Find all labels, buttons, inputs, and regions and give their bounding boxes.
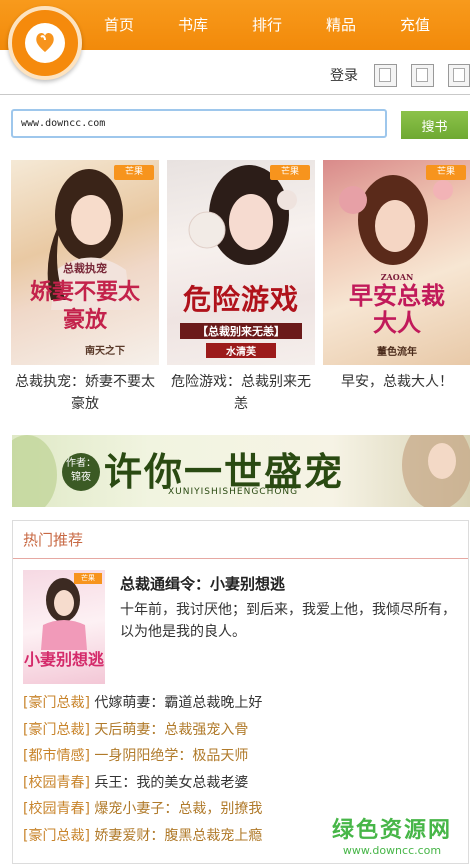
section-heading: 热门推荐 [13,521,468,559]
book-card[interactable]: 芒果 ZAOAN 早安总裁大人 董色流年 早安，总裁大人！ [323,160,470,393]
list-title[interactable]: 爆宠小妻子：总裁，别撩我 [94,801,262,817]
broken-image-icon[interactable] [448,63,470,87]
book-title[interactable]: 危险游戏：总裁别来无恙 [167,371,315,415]
list-title[interactable]: 一身阴阳绝学：极品天师 [94,748,248,764]
promo-banner[interactable]: 作者： 锦夜 许你一世盛宠 XUNIYISHISHENGCHONG [12,435,470,507]
banner-pinyin: XUNIYISHISHENGCHONG [168,487,299,497]
list-item[interactable]: [校园青春] 爆宠小妻子：总裁，别撩我 [23,796,262,823]
list-title[interactable]: 兵王：我的美女总裁老婆 [94,775,248,791]
publisher-badge: 芒果 [426,165,466,180]
login-row: 登录 [330,62,470,88]
nav-library[interactable]: 书库 [156,0,230,50]
hot-list: [豪门总裁] 代嫁萌妻：霸道总裁晚上好 [豪门总裁] 天后萌妻：总裁强宠入骨 [… [23,690,262,850]
book-cover[interactable]: 芒果 危险游戏 【总裁别来无恙】 水清芙 [167,160,315,365]
book-cover[interactable]: 芒果 总裁执宠 娇妻不要太豪放 南天之下 [11,160,159,365]
featured-description: 十年前，我讨厌他；到后来，我爱上他，我倾尽所有，以为他是我的良人。 [120,602,456,640]
nav-ranking[interactable]: 排行 [230,0,304,50]
cover-subtitle: 总裁执宠 [63,262,107,275]
list-item[interactable]: [校园青春] 兵王：我的美女总裁老婆 [23,770,262,797]
featured-cover[interactable]: 芒果 小妻别想逃 [23,570,105,684]
cover-title: 早安总裁大人 [349,281,445,337]
list-category[interactable]: [豪门总裁] [23,828,90,844]
watermark-url: www.downcc.com [342,844,442,857]
heart-icon [36,33,54,52]
cover-title: 危险游戏 [182,283,299,316]
list-category[interactable]: [豪门总裁] [23,695,90,711]
broken-image-icon[interactable] [411,63,434,87]
cover-subtitle: 【总裁别来无恙】 [180,323,302,339]
list-item[interactable]: [豪门总裁] 娇妻爱财：腹黑总裁宠上瘾 [23,823,262,850]
list-category[interactable]: [都市情感] [23,748,90,764]
list-title[interactable]: 代嫁萌妻：霸道总裁晚上好 [94,695,262,711]
nav-recharge[interactable]: 充值 [378,0,452,50]
login-link[interactable]: 登录 [330,65,358,85]
list-item[interactable]: [豪门总裁] 天后萌妻：总裁强宠入骨 [23,717,262,744]
cover-author: 董色流年 [377,347,417,358]
broken-image-icon[interactable] [374,63,397,87]
book-card[interactable]: 芒果 总裁执宠 娇妻不要太豪放 南天之下 总裁执宠：娇妻不要太豪放 [11,160,159,415]
featured-cover-title: 小妻别想逃 [23,650,104,669]
banner-author-name: 锦夜 [71,472,91,483]
banner-author-label: 作者： [66,458,96,469]
site-logo[interactable] [8,6,82,80]
book-title[interactable]: 总裁执宠：娇妻不要太豪放 [11,371,159,415]
featured-book[interactable]: 芒果 小妻别想逃 总裁通缉令：小妻别想逃 十年前，我讨厌他；到后来，我爱上他，我… [23,570,460,690]
cover-author: 水清芙 [206,343,276,358]
book-card[interactable]: 芒果 危险游戏 【总裁别来无恙】 水清芙 危险游戏：总裁别来无恙 [167,160,315,415]
header-divider [0,94,470,95]
list-category[interactable]: [校园青春] [23,801,90,817]
banner-author-badge: 作者： 锦夜 [62,453,100,491]
list-category[interactable]: [校园青春] [23,775,90,791]
book-cover[interactable]: 芒果 ZAOAN 早安总裁大人 董色流年 [323,160,470,365]
list-category[interactable]: [豪门总裁] [23,722,90,738]
nav-home[interactable]: 首页 [82,0,156,50]
site-watermark: 绿色资源网 www.downcc.com [332,812,452,857]
search-button[interactable]: 搜书 [401,111,468,139]
book-title[interactable]: 早安，总裁大人！ [323,371,470,393]
list-item[interactable]: [都市情感] 一身阴阳绝学：极品天师 [23,743,262,770]
main-nav: 首页 书库 排行 精品 充值 [82,0,452,50]
list-title[interactable]: 天后萌妻：总裁强宠入骨 [94,722,248,738]
cover-title: 娇妻不要太豪放 [29,279,140,333]
list-title[interactable]: 娇妻爱财：腹黑总裁宠上瘾 [94,828,262,844]
publisher-badge: 芒果 [114,165,154,180]
featured-title[interactable]: 总裁通缉令：小妻别想逃 [120,573,285,594]
nav-premium[interactable]: 精品 [304,0,378,50]
cover-author: 南天之下 [85,346,125,357]
logo-circle [25,23,65,63]
search-input[interactable] [11,109,387,138]
watermark-name: 绿色资源网 [331,818,452,843]
publisher-badge: 芒果 [74,573,102,584]
list-item[interactable]: [豪门总裁] 代嫁萌妻：霸道总裁晚上好 [23,690,262,717]
publisher-badge: 芒果 [270,165,310,180]
